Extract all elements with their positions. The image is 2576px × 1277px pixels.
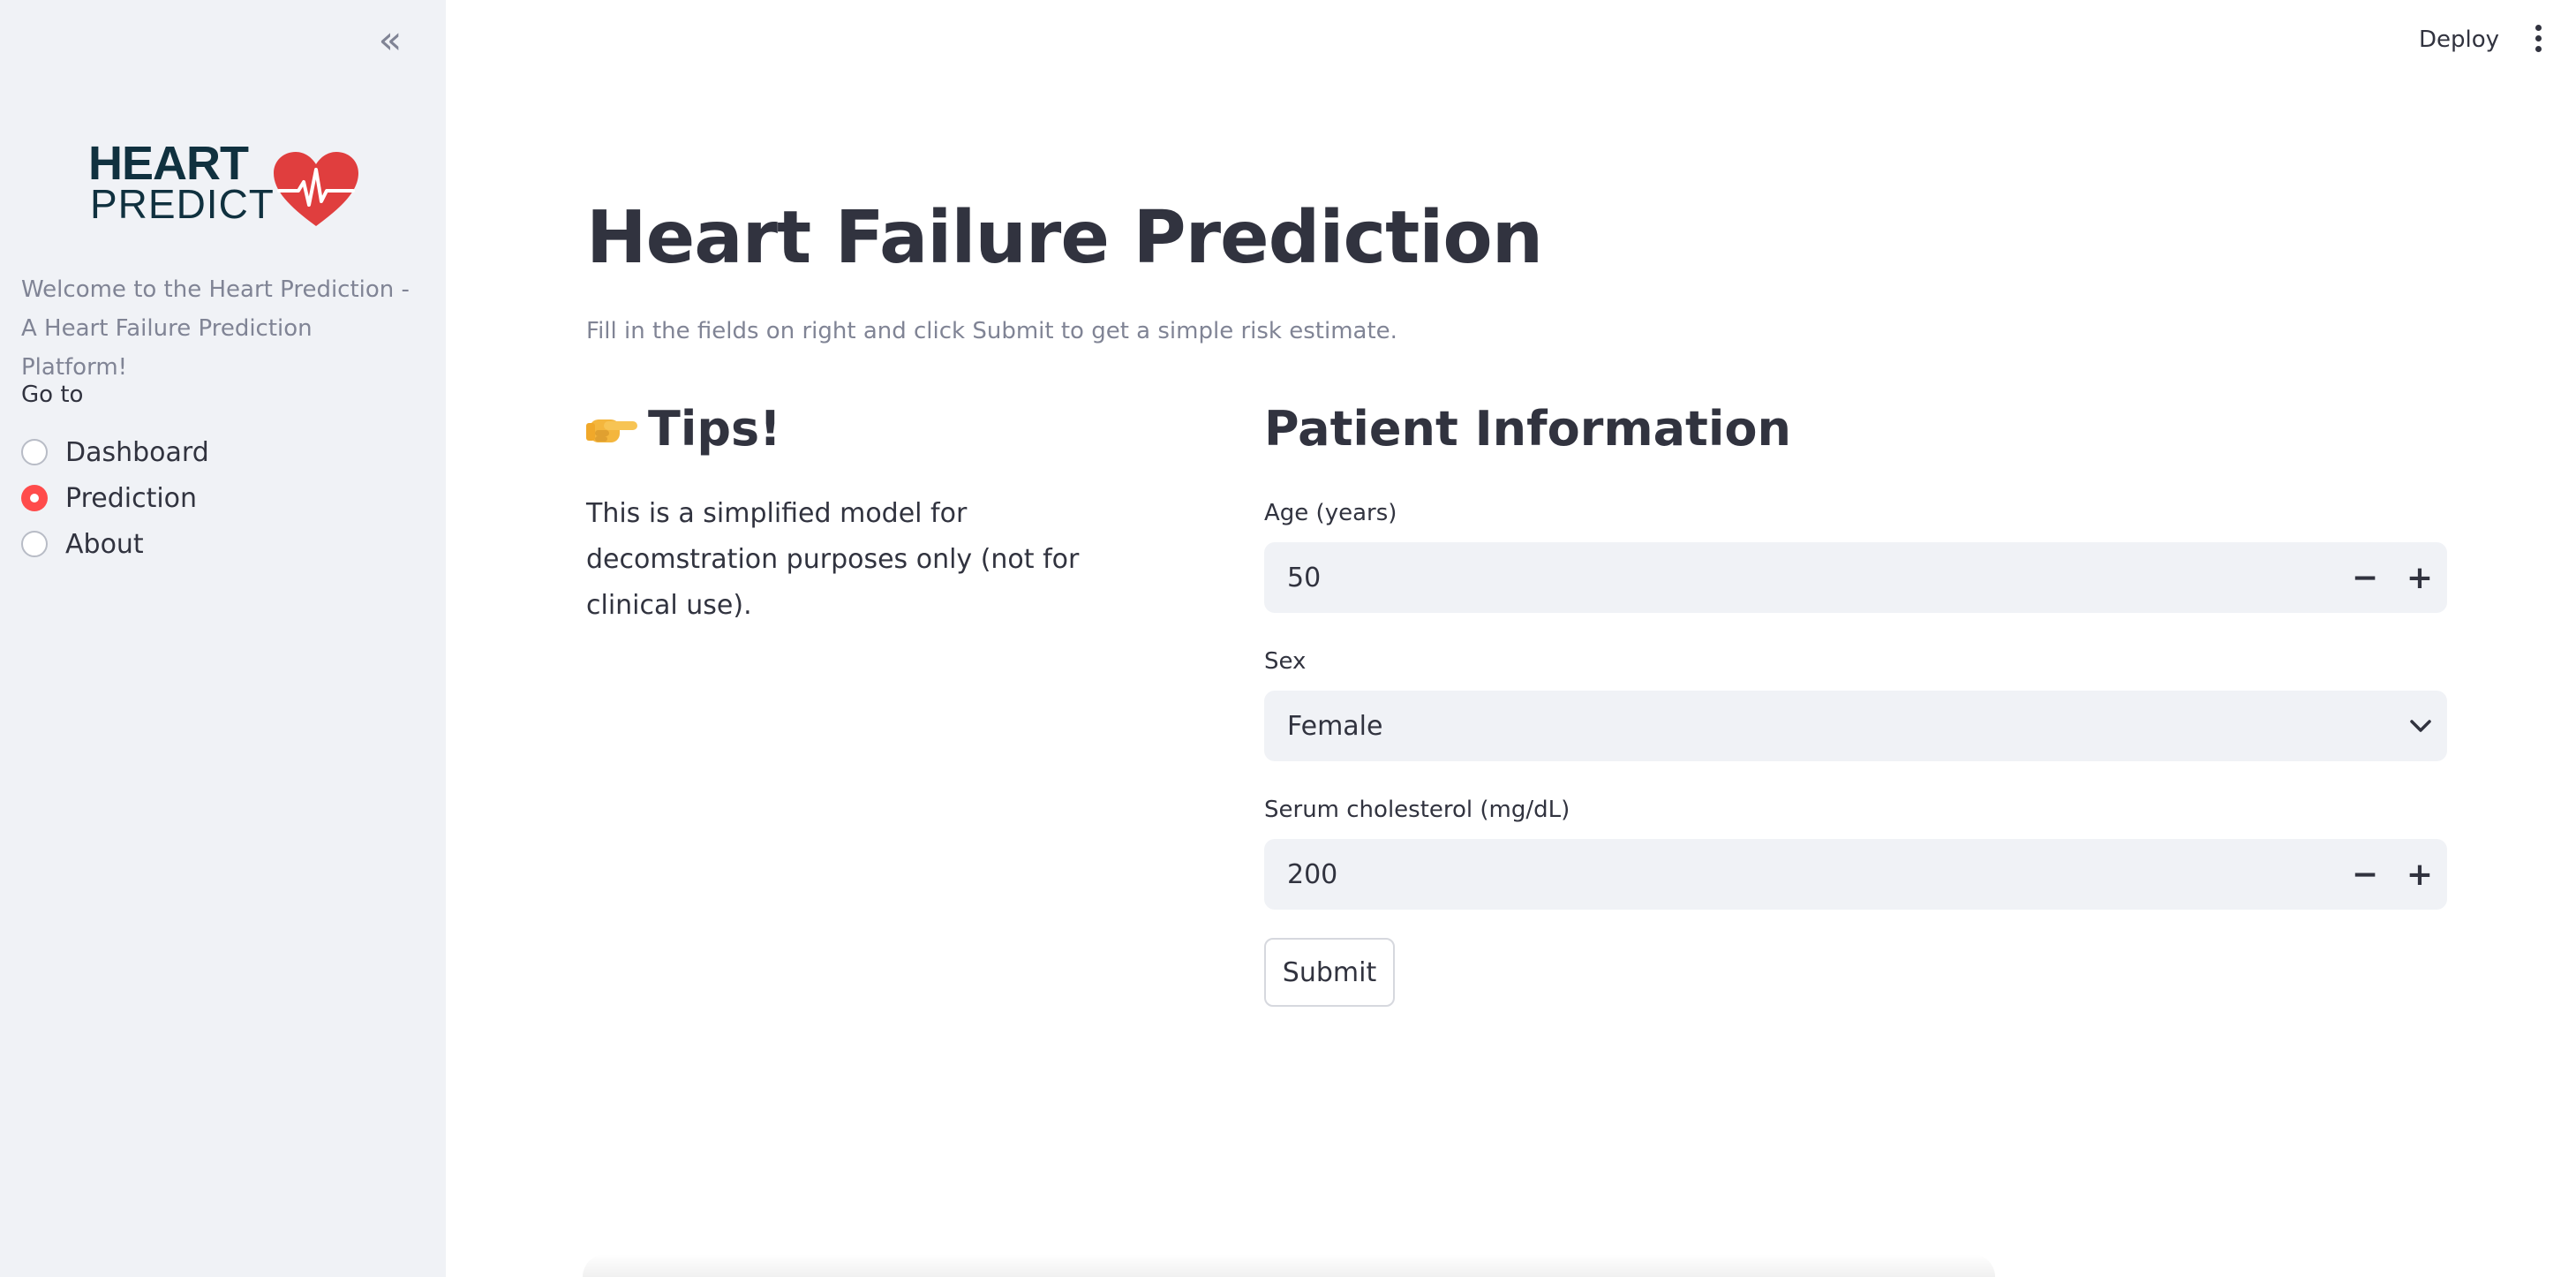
nav-item-prediction[interactable]: Prediction bbox=[21, 475, 209, 521]
bottom-shadow-divider bbox=[583, 1254, 1995, 1277]
nav-item-label: About bbox=[65, 528, 144, 560]
cholesterol-number-input[interactable]: 200 − + bbox=[1264, 839, 2447, 910]
patient-info-heading: Patient Information bbox=[1264, 401, 1791, 457]
logo-text-heart: HEART bbox=[88, 137, 249, 190]
heart-pulse-icon bbox=[274, 152, 358, 226]
nav-item-label: Dashboard bbox=[65, 436, 209, 468]
app-root: « HEART PREDICT Welcome to the Heart Pre… bbox=[0, 0, 2576, 1277]
menu-dot bbox=[2535, 46, 2542, 52]
logo-text-predict: PREDICT bbox=[90, 181, 275, 227]
sex-selected-value[interactable]: Female bbox=[1264, 711, 2394, 742]
cholesterol-label: Serum cholesterol (mg/dL) bbox=[1264, 797, 1570, 823]
chevron-down-icon[interactable] bbox=[2394, 691, 2447, 761]
page-subtitle: Fill in the fields on right and click Su… bbox=[586, 318, 1397, 344]
nav-label: Go to bbox=[21, 382, 84, 408]
page-title: Heart Failure Prediction bbox=[586, 196, 1543, 280]
pointing-hand-icon bbox=[586, 419, 637, 442]
menu-dot bbox=[2535, 35, 2542, 42]
sidebar: « HEART PREDICT Welcome to the Heart Pre… bbox=[0, 0, 446, 1277]
nav-item-dashboard[interactable]: Dashboard bbox=[21, 429, 209, 475]
tips-body: This is a simplified model for decomstra… bbox=[586, 498, 1080, 621]
main-menu-icon[interactable] bbox=[2525, 25, 2551, 60]
cholesterol-value[interactable]: 200 bbox=[1264, 859, 2338, 890]
submit-button[interactable]: Submit bbox=[1264, 938, 1395, 1007]
menu-dot bbox=[2535, 25, 2542, 31]
radio-unselected-icon[interactable] bbox=[21, 531, 48, 557]
deploy-button[interactable]: Deploy bbox=[2419, 26, 2499, 53]
sex-select[interactable]: Female bbox=[1264, 691, 2447, 761]
radio-unselected-icon[interactable] bbox=[21, 439, 48, 465]
heart-predict-logo: HEART PREDICT bbox=[88, 140, 371, 228]
cholesterol-decrement-button[interactable]: − bbox=[2338, 839, 2392, 910]
age-decrement-button[interactable]: − bbox=[2338, 542, 2392, 613]
nav-item-about[interactable]: About bbox=[21, 521, 209, 567]
welcome-text: Welcome to the Heart Prediction - A Hear… bbox=[21, 276, 410, 381]
age-value[interactable]: 50 bbox=[1264, 563, 2338, 593]
nav-item-label: Prediction bbox=[65, 482, 198, 514]
collapse-sidebar-icon[interactable]: « bbox=[369, 21, 411, 62]
tips-heading: Tips! bbox=[586, 401, 781, 457]
age-number-input[interactable]: 50 − + bbox=[1264, 542, 2447, 613]
age-label: Age (years) bbox=[1264, 500, 1397, 526]
cholesterol-increment-button[interactable]: + bbox=[2392, 839, 2447, 910]
radio-selected-icon[interactable] bbox=[21, 485, 48, 511]
sex-label: Sex bbox=[1264, 648, 1307, 675]
age-increment-button[interactable]: + bbox=[2392, 542, 2447, 613]
tips-heading-text: Tips! bbox=[648, 401, 781, 457]
nav-radio-group: Dashboard Prediction About bbox=[21, 429, 209, 567]
